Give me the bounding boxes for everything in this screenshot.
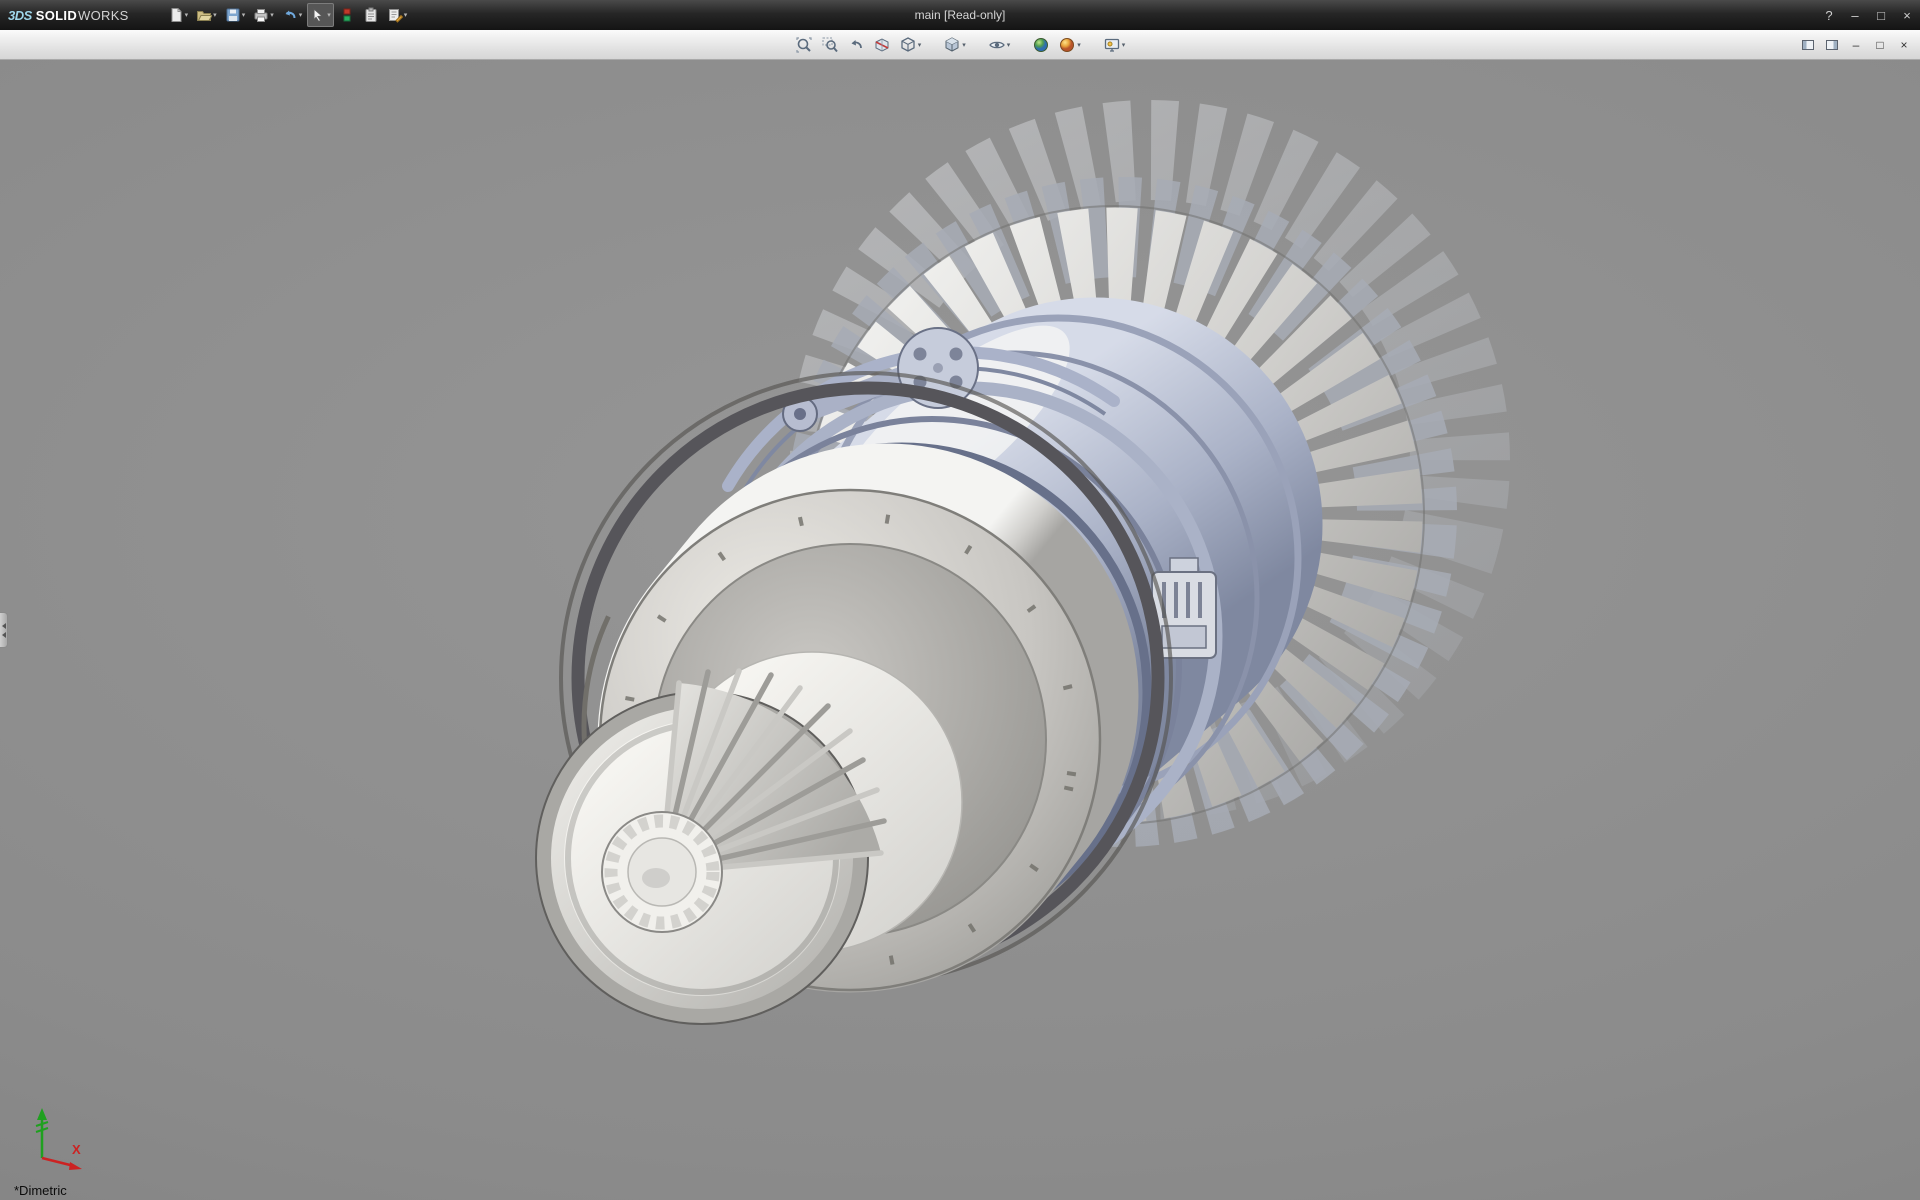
pane-left-icon [1802, 40, 1814, 50]
graphics-area[interactable]: X *Dimetric [0, 60, 1920, 1200]
view-settings-button[interactable]: ▾ [1100, 33, 1129, 57]
dropdown-arrow-icon[interactable]: ▾ [299, 11, 303, 19]
cursor-arrow-icon [310, 7, 326, 23]
edit-appearance-button[interactable] [1029, 33, 1053, 57]
dropdown-arrow-icon[interactable]: ▾ [242, 11, 246, 19]
reference-triad: X [16, 1100, 106, 1174]
collapse-arrow-icon [2, 623, 6, 629]
dropdown-arrow-icon[interactable]: ▾ [1077, 41, 1081, 49]
document-minimize-button[interactable]: – [1846, 35, 1866, 55]
zoom-to-area-icon [821, 36, 839, 54]
view-settings-icon [1103, 36, 1121, 54]
clipboard-icon [363, 7, 379, 23]
display-style-cube-icon [943, 36, 961, 54]
red-green-indicator-icon [342, 7, 352, 23]
view-orientation-button[interactable]: ▾ [896, 33, 925, 57]
dropdown-arrow-icon[interactable]: ▾ [1007, 41, 1011, 49]
dropdown-arrow-icon[interactable]: ▾ [270, 11, 274, 19]
previous-view-button[interactable] [844, 33, 868, 57]
brand-name-light: WORKS [78, 8, 129, 23]
document-window-controls: – □ × [1798, 30, 1914, 60]
open-document-button[interactable]: ▾ [193, 3, 220, 27]
display-style-button[interactable]: ▾ [940, 33, 969, 57]
dropdown-arrow-icon[interactable]: ▾ [962, 41, 966, 49]
solidworks-logo: 3DS SOLID WORKS [0, 0, 139, 30]
dropdown-arrow-icon[interactable]: ▾ [213, 11, 217, 19]
section-view-icon [873, 36, 891, 54]
main-toolbar: ▾ ▾ ▾ ▾ ▾ ▾ ▾ [165, 3, 411, 27]
apply-scene-button[interactable]: ▾ [1055, 33, 1084, 57]
open-folder-icon [196, 7, 212, 23]
help-button[interactable]: ? [1816, 4, 1842, 26]
undo-arrow-icon [282, 7, 298, 23]
hide-show-items-button[interactable]: ▾ [985, 33, 1014, 57]
zoom-to-fit-icon [795, 36, 813, 54]
maximize-button[interactable]: □ [1868, 4, 1894, 26]
color-indicator-button[interactable] [336, 3, 358, 27]
close-button[interactable]: × [1894, 4, 1920, 26]
previous-view-icon [847, 36, 865, 54]
printer-icon [253, 7, 269, 23]
heads-up-toolbar-bar: ▾ ▾ ▾ ▾ ▾ – □ × [0, 30, 1920, 60]
title-bar: 3DS SOLID WORKS ▾ ▾ ▾ ▾ ▾ ▾ [0, 0, 1920, 30]
new-document-icon [168, 7, 184, 23]
options-sheet-icon [387, 7, 403, 23]
save-button[interactable]: ▾ [222, 3, 249, 27]
zoom-to-area-button[interactable] [818, 33, 842, 57]
dropdown-arrow-icon[interactable]: ▾ [918, 41, 922, 49]
options-button[interactable]: ▾ [384, 3, 411, 27]
file-properties-button[interactable] [360, 3, 382, 27]
scene-sphere-icon [1058, 36, 1076, 54]
window-controls: ? – □ × [1816, 4, 1920, 26]
collapse-arrow-icon [2, 632, 6, 638]
dropdown-arrow-icon[interactable]: ▾ [327, 11, 331, 19]
pane-toggle-left-button[interactable] [1798, 35, 1818, 55]
dropdown-arrow-icon[interactable]: ▾ [1122, 41, 1126, 49]
pane-toggle-right-button[interactable] [1822, 35, 1842, 55]
3ds-logo-mark: 3DS [8, 8, 32, 23]
zoom-to-fit-button[interactable] [792, 33, 816, 57]
brand-name-bold: SOLID [36, 8, 77, 23]
minimize-button[interactable]: – [1842, 4, 1868, 26]
print-button[interactable]: ▾ [250, 3, 277, 27]
dropdown-arrow-icon[interactable]: ▾ [404, 11, 408, 19]
view-orientation-cube-icon [899, 36, 917, 54]
select-tool-button[interactable]: ▾ [307, 3, 334, 27]
appearance-sphere-icon [1032, 36, 1050, 54]
heads-up-toolbar: ▾ ▾ ▾ ▾ ▾ [792, 33, 1129, 57]
view-orientation-label: *Dimetric [14, 1183, 67, 1198]
document-close-button[interactable]: × [1894, 35, 1914, 55]
model-viewport[interactable] [0, 60, 1920, 1200]
triad-x-label: X [72, 1142, 81, 1157]
left-panel-splitter[interactable] [0, 612, 8, 648]
section-view-button[interactable] [870, 33, 894, 57]
new-document-button[interactable]: ▾ [165, 3, 192, 27]
eye-icon [988, 36, 1006, 54]
pane-right-icon [1826, 40, 1838, 50]
dropdown-arrow-icon[interactable]: ▾ [185, 11, 189, 19]
document-restore-button[interactable]: □ [1870, 35, 1890, 55]
save-floppy-icon [225, 7, 241, 23]
undo-button[interactable]: ▾ [279, 3, 306, 27]
